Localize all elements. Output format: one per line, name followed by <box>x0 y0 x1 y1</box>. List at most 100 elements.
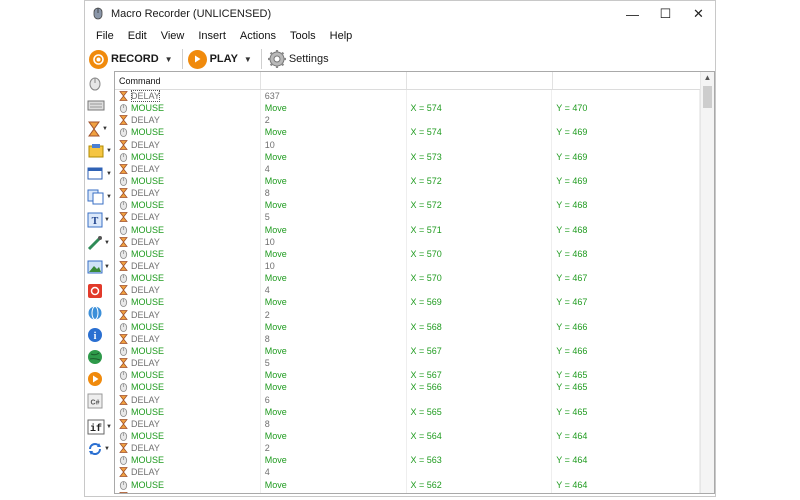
command-cell[interactable]: MOUSE <box>115 247 261 260</box>
insert-window-button[interactable]: ▼ <box>87 164 113 184</box>
command-cell[interactable]: DELAY <box>115 259 261 273</box>
x-cell[interactable] <box>407 138 553 151</box>
command-cell[interactable]: MOUSE <box>115 454 261 467</box>
x-cell[interactable]: X = 570 <box>407 247 553 260</box>
x-cell[interactable]: X = 562 <box>407 478 553 491</box>
command-cell[interactable]: DELAY <box>115 114 261 127</box>
y-cell[interactable] <box>552 90 700 103</box>
x-cell[interactable]: X = 573 <box>407 150 553 163</box>
table-row[interactable]: MOUSE Move X = 570 Y = 468 <box>115 247 700 260</box>
table-row[interactable]: MOUSE Move X = 572 Y = 469 <box>115 174 700 188</box>
table-row[interactable]: MOUSE Move X = 573 Y = 469 <box>115 150 700 163</box>
table-row[interactable]: DELAY 4 <box>115 162 700 175</box>
x-cell[interactable] <box>407 490 553 493</box>
x-cell[interactable]: X = 564 <box>407 429 553 443</box>
command-cell[interactable]: DELAY <box>115 284 261 297</box>
insert-keyboard-button[interactable] <box>87 95 113 115</box>
x-cell[interactable] <box>407 357 553 370</box>
menu-tools[interactable]: Tools <box>283 30 323 42</box>
table-row[interactable]: MOUSE Move X = 571 Y = 468 <box>115 223 700 236</box>
y-cell[interactable] <box>552 235 700 248</box>
x-cell[interactable]: X = 568 <box>407 320 553 333</box>
x-cell[interactable] <box>407 442 553 455</box>
command-cell[interactable]: DELAY <box>115 442 261 455</box>
menu-edit[interactable]: Edit <box>121 30 154 42</box>
x-cell[interactable]: X = 574 <box>407 126 553 139</box>
x-cell[interactable]: X = 565 <box>407 405 553 418</box>
param-cell[interactable]: Move <box>261 429 407 443</box>
minimize-button[interactable]: — <box>616 1 649 27</box>
command-cell[interactable]: DELAY <box>115 308 261 321</box>
param-cell[interactable]: 2 <box>261 490 407 493</box>
x-cell[interactable] <box>407 114 553 127</box>
command-cell[interactable]: DELAY <box>115 393 261 406</box>
menu-file[interactable]: File <box>89 30 121 42</box>
x-cell[interactable] <box>407 259 553 273</box>
table-row[interactable]: DELAY 8 <box>115 332 700 345</box>
command-cell[interactable]: DELAY <box>115 417 261 430</box>
x-cell[interactable] <box>407 235 553 248</box>
play-dropdown-icon[interactable]: ▼ <box>244 55 252 64</box>
table-row[interactable]: DELAY 5 <box>115 357 700 370</box>
record-button[interactable]: RECORD ▼ <box>89 49 173 69</box>
y-cell[interactable]: Y = 469 <box>552 126 700 139</box>
y-cell[interactable]: Y = 465 <box>552 369 700 382</box>
param-cell[interactable]: Move <box>261 247 407 260</box>
x-cell[interactable] <box>407 90 553 103</box>
x-cell[interactable]: X = 572 <box>407 174 553 188</box>
table-row[interactable]: MOUSE Move X = 563 Y = 464 <box>115 454 700 467</box>
table-row[interactable]: MOUSE Move X = 574 Y = 469 <box>115 126 700 139</box>
param-cell[interactable]: Move <box>261 369 407 382</box>
y-cell[interactable] <box>552 114 700 127</box>
x-cell[interactable]: X = 563 <box>407 454 553 467</box>
command-cell[interactable]: DELAY <box>115 211 261 224</box>
table-row[interactable]: DELAY 637 <box>115 90 700 103</box>
command-cell[interactable]: MOUSE <box>115 199 261 212</box>
insert-if-button[interactable]: if ▼ <box>87 417 113 437</box>
dropdown-icon[interactable]: ▼ <box>104 264 110 270</box>
x-cell[interactable] <box>407 308 553 321</box>
param-cell[interactable]: 8 <box>261 417 407 430</box>
maximize-button[interactable]: ☐ <box>649 1 682 27</box>
command-cell[interactable]: DELAY <box>115 357 261 370</box>
y-cell[interactable] <box>552 138 700 151</box>
x-cell[interactable]: X = 567 <box>407 344 553 358</box>
y-cell[interactable]: Y = 467 <box>552 272 700 285</box>
table-row[interactable]: DELAY 6 <box>115 393 700 406</box>
param-cell[interactable]: 10 <box>261 259 407 273</box>
column-header-param3[interactable] <box>553 72 701 89</box>
y-cell[interactable]: Y = 467 <box>552 296 700 309</box>
command-cell[interactable]: MOUSE <box>115 478 261 491</box>
param-cell[interactable]: 4 <box>261 162 407 175</box>
table-row[interactable]: DELAY 2 <box>115 114 700 127</box>
table-row[interactable]: MOUSE Move X = 568 Y = 466 <box>115 320 700 333</box>
table-row[interactable]: MOUSE Move X = 569 Y = 467 <box>115 296 700 309</box>
insert-image-button[interactable]: ▼ <box>87 257 113 277</box>
table-row[interactable]: MOUSE Move X = 564 Y = 464 <box>115 429 700 443</box>
param-cell[interactable]: 8 <box>261 187 407 200</box>
y-cell[interactable] <box>552 393 700 406</box>
x-cell[interactable] <box>407 393 553 406</box>
vertical-scrollbar[interactable]: ▲ <box>700 72 714 493</box>
y-cell[interactable] <box>552 357 700 370</box>
insert-delay-button[interactable]: ▼ <box>87 119 113 139</box>
table-row[interactable]: MOUSE Move X = 574 Y = 470 <box>115 102 700 115</box>
param-cell[interactable]: 2 <box>261 442 407 455</box>
command-cell[interactable]: MOUSE <box>115 344 261 358</box>
command-cell[interactable]: DELAY <box>115 162 261 175</box>
param-cell[interactable]: 637 <box>261 90 407 103</box>
insert-run-macro-button[interactable] <box>87 369 113 389</box>
param-cell[interactable]: 2 <box>261 114 407 127</box>
y-cell[interactable] <box>552 442 700 455</box>
dropdown-icon[interactable]: ▼ <box>106 424 112 430</box>
insert-clipboard-button[interactable]: ▼ <box>87 141 113 161</box>
command-cell[interactable]: DELAY <box>115 138 261 151</box>
x-cell[interactable] <box>407 211 553 224</box>
x-cell[interactable] <box>407 417 553 430</box>
insert-copy-button[interactable]: ▼ <box>87 187 113 207</box>
param-cell[interactable]: Move <box>261 223 407 236</box>
command-cell[interactable]: MOUSE <box>115 102 261 115</box>
x-cell[interactable] <box>407 187 553 200</box>
x-cell[interactable] <box>407 466 553 479</box>
x-cell[interactable]: X = 567 <box>407 369 553 382</box>
